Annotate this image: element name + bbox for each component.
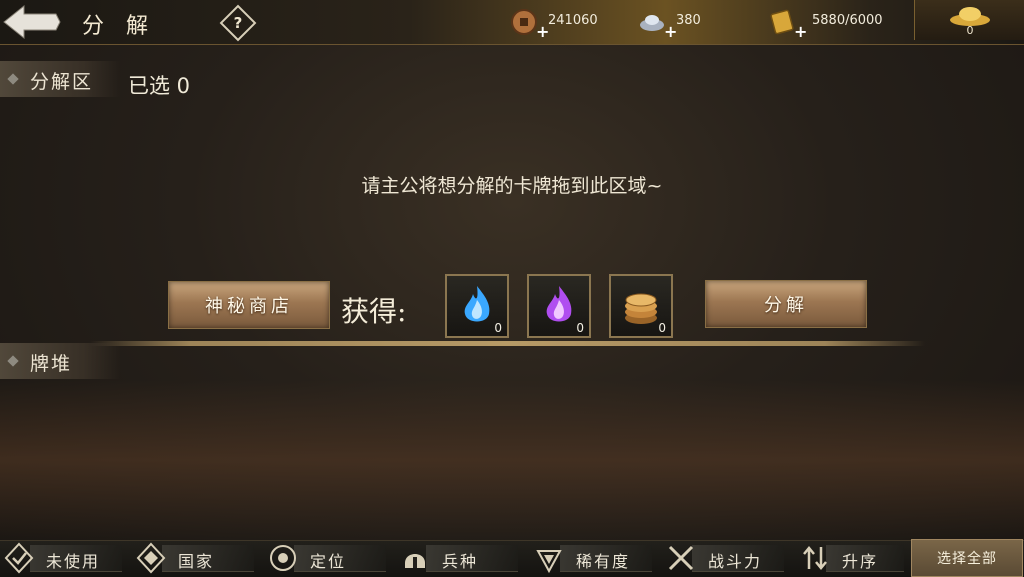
sort-order-toggle[interactable]: 升序 xyxy=(798,541,910,575)
gain-label: 获得: xyxy=(341,295,407,328)
filter-rarity[interactable]: 稀有度 xyxy=(532,541,660,575)
stamina-resource[interactable]: + 5880/6000 xyxy=(768,8,898,41)
filter-unit-type-label: 兵种 xyxy=(442,552,479,571)
filter-power-label: 战斗力 xyxy=(708,552,763,571)
filter-unused-label: 未使用 xyxy=(46,552,101,571)
help-button[interactable]: ? xyxy=(219,4,257,42)
back-arrow-icon xyxy=(3,4,61,40)
filter-nation-label: 国家 xyxy=(178,552,215,571)
filter-rarity-label: 稀有度 xyxy=(576,552,631,571)
deck-header: 牌堆 xyxy=(0,343,120,379)
deck-label: 牌堆 xyxy=(30,353,73,375)
filter-bar: 未使用 国家 定位 兵种 稀有度 战斗力 升序 xyxy=(0,540,1024,577)
mystery-shop-button[interactable]: 神秘商店 xyxy=(168,281,330,329)
stamina-amount: 5880/6000 xyxy=(812,13,883,28)
gold-ingot-amount: 0 xyxy=(966,24,974,37)
unused-icon xyxy=(4,542,34,574)
diamond-icon xyxy=(7,73,19,85)
back-button[interactable] xyxy=(0,0,62,44)
top-bar: 分解 ? + 241060 + 380 + 5880/6000 0 xyxy=(0,0,1024,45)
silver-ingot-icon xyxy=(640,15,664,31)
position-icon xyxy=(270,545,296,571)
drop-hint: 请主公将想分解的卡牌拖到此区域~ xyxy=(361,175,663,197)
decompose-button-label: 分解 xyxy=(764,295,808,316)
reward-slot-purple-flame[interactable]: 0 xyxy=(527,274,591,338)
decompose-area-label: 分解区 xyxy=(30,71,94,93)
blue-flame-count: 0 xyxy=(494,321,502,335)
silver-amount: 380 xyxy=(676,13,701,28)
filter-nation[interactable]: 国家 xyxy=(134,541,262,575)
selected-count: 已选 0 xyxy=(128,74,191,98)
filter-unit-type[interactable]: 兵种 xyxy=(398,541,526,575)
copper-resource[interactable]: + 241060 xyxy=(510,8,610,41)
gold-ingot-resource[interactable]: 0 xyxy=(914,0,1024,40)
filter-unused[interactable]: 未使用 xyxy=(2,541,130,575)
decompose-button[interactable]: 分解 xyxy=(705,280,867,328)
nation-icon xyxy=(136,542,166,574)
mystery-shop-label: 神秘商店 xyxy=(205,296,293,317)
select-all-label: 选择全部 xyxy=(937,551,997,567)
filter-power[interactable]: 战斗力 xyxy=(664,541,792,575)
reward-slot-coins[interactable]: 0 xyxy=(609,274,673,338)
sort-icon xyxy=(803,546,827,570)
select-all-button[interactable]: 选择全部 xyxy=(911,539,1023,577)
silver-resource[interactable]: + 380 xyxy=(638,8,728,41)
copper-coin-icon xyxy=(511,9,537,35)
sort-order-label: 升序 xyxy=(842,552,879,571)
filter-position-label: 定位 xyxy=(310,552,347,571)
purple-flame-count: 0 xyxy=(576,321,584,335)
page-title: 分解 xyxy=(82,14,171,39)
scroll-icon xyxy=(770,9,794,35)
add-stamina-icon: + xyxy=(794,22,808,41)
diamond-icon xyxy=(7,355,19,367)
filter-position[interactable]: 定位 xyxy=(266,541,394,575)
background-band xyxy=(0,380,1024,540)
coin-count: 0 xyxy=(658,321,666,335)
reward-slot-blue-flame[interactable]: 0 xyxy=(445,274,509,338)
crossed-swords-icon xyxy=(668,545,694,571)
copper-amount: 241060 xyxy=(548,13,598,28)
rarity-icon xyxy=(536,550,562,574)
help-icon: ? xyxy=(233,14,243,32)
decompose-area-header: 分解区 xyxy=(0,61,120,97)
section-divider xyxy=(90,341,925,346)
helmet-icon xyxy=(405,554,425,568)
